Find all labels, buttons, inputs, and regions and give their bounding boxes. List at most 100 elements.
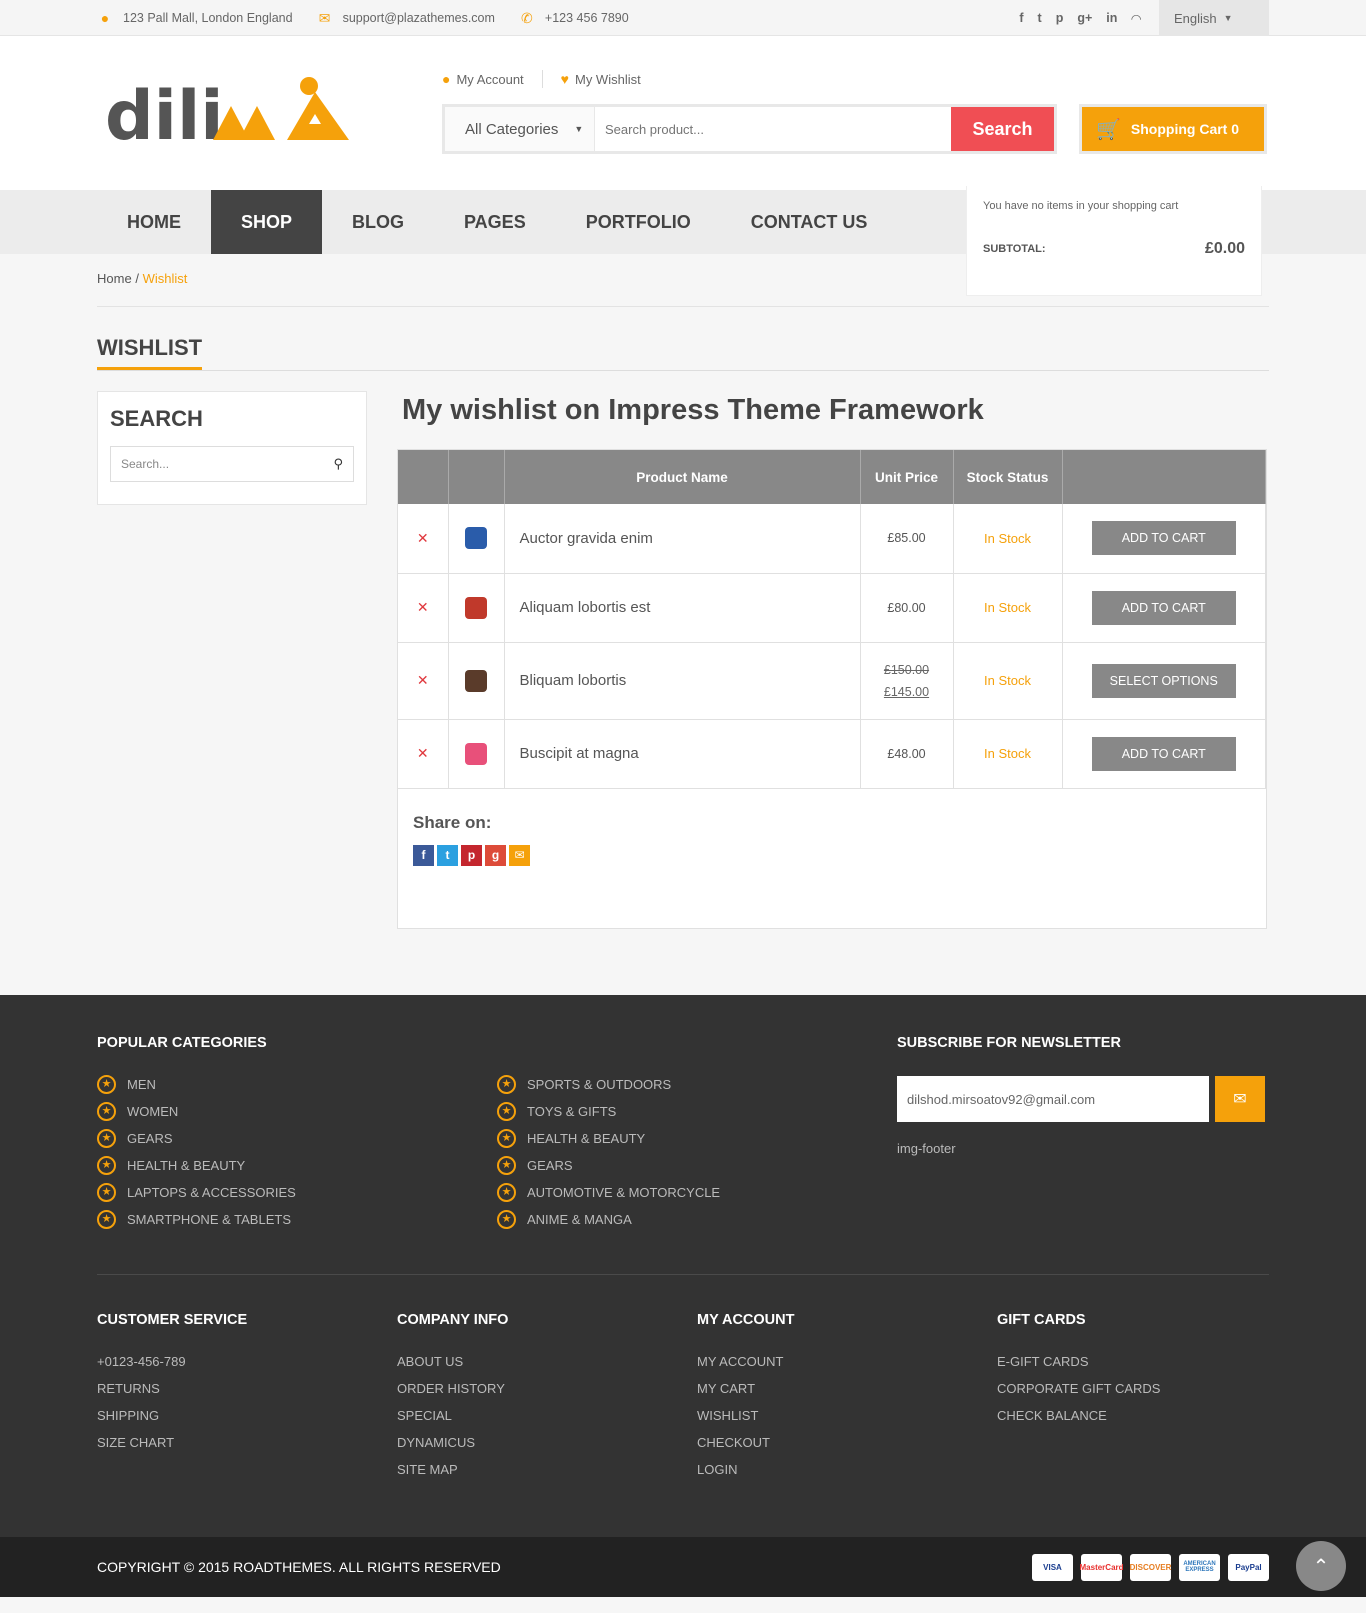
nav-shop[interactable]: SHOP <box>211 190 323 254</box>
cart-empty-message: You have no items in your shopping cart <box>983 200 1179 212</box>
product-search-input[interactable] <box>595 107 951 151</box>
list-item[interactable]: SPECIAL <box>397 1402 505 1429</box>
list-item[interactable]: MY CART <box>697 1375 783 1402</box>
list-item[interactable]: RETURNS <box>97 1375 186 1402</box>
nav-contact[interactable]: CONTACT US <box>721 190 898 254</box>
product-thumbnail[interactable] <box>465 669 487 692</box>
list-item[interactable]: CORPORATE GIFT CARDS <box>997 1375 1160 1402</box>
my-account-link[interactable]: My Account <box>456 72 523 87</box>
remove-icon[interactable]: ✕ <box>417 745 429 761</box>
list-item[interactable]: LOGIN <box>697 1456 783 1483</box>
star-icon: ★ <box>497 1075 516 1094</box>
wishlist-title: My wishlist on Impress Theme Framework <box>402 394 984 426</box>
gift-cards-list: E-GIFT CARDS CORPORATE GIFT CARDS CHECK … <box>997 1348 1160 1429</box>
search-icon[interactable]: ⚲ <box>333 456 343 472</box>
rss-icon[interactable]: ◠ <box>1131 11 1141 26</box>
popular-categories-col2: ★ SPORTS & OUTDOORS ★ TOYS & GIFTS ★ HEALTH… <box>497 1071 720 1233</box>
list-item[interactable]: ★ WOMEN <box>97 1098 296 1125</box>
top-bar: ● 123 Pall Mall, London England ✉ support@… <box>0 0 1366 36</box>
header-stock-status: Stock Status <box>953 450 1063 504</box>
header-remove <box>398 450 449 504</box>
page-title: WISHLIST <box>97 335 203 370</box>
remove-icon[interactable]: ✕ <box>417 599 429 615</box>
list-item[interactable]: ★ LAPTOPS & ACCESSORIES <box>97 1179 296 1206</box>
newsletter-email-field[interactable]: dilshod.mirsoatov92@gmail.com <box>897 1076 1209 1122</box>
list-item[interactable]: SITE MAP <box>397 1456 505 1483</box>
share-section: Share on: f t p g ✉ <box>398 789 1266 890</box>
product-name[interactable]: Aliquam lobortis est <box>504 573 861 643</box>
stock-status: In Stock <box>953 642 1063 720</box>
add-to-cart-button[interactable]: ADD TO CART <box>1091 736 1236 771</box>
product-name[interactable]: Auctor gravida enim <box>504 504 861 574</box>
list-item[interactable]: ★ AUTOMOTIVE & MOTORCYCLE <box>497 1179 720 1206</box>
nav-portfolio[interactable]: PORTFOLIO <box>556 190 721 254</box>
remove-icon[interactable]: ✕ <box>417 672 429 688</box>
share-email-icon[interactable]: ✉ <box>509 844 530 866</box>
email[interactable]: ✉ support@plazathemes.com <box>317 10 495 27</box>
list-item[interactable]: ★ SMARTPHONE & TABLETS <box>97 1206 296 1233</box>
nav-blog[interactable]: BLOG <box>322 190 434 254</box>
product-thumbnail[interactable] <box>465 742 487 765</box>
twitter-icon[interactable]: t <box>1038 11 1042 26</box>
wishlist-box: Product Name Unit Price Stock Status ✕ A… <box>397 449 1267 929</box>
list-item[interactable]: ABOUT US <box>397 1348 505 1375</box>
list-item[interactable]: SIZE CHART <box>97 1429 186 1456</box>
list-item[interactable]: DYNAMICUS <box>397 1429 505 1456</box>
star-icon: ★ <box>497 1183 516 1202</box>
product-thumbnail[interactable] <box>465 527 487 550</box>
facebook-icon[interactable]: f <box>1019 11 1023 26</box>
google-plus-icon[interactable]: g+ <box>1077 11 1092 26</box>
my-wishlist-link[interactable]: My Wishlist <box>575 72 641 87</box>
nav-pages[interactable]: PAGES <box>434 190 556 254</box>
share-google-plus-icon[interactable]: g <box>485 844 506 866</box>
product-name[interactable]: Bliquam lobortis <box>504 642 861 720</box>
list-item[interactable]: SHIPPING <box>97 1402 186 1429</box>
separator <box>541 70 543 88</box>
breadcrumb-home[interactable]: Home <box>97 271 132 286</box>
sidebar-search-input[interactable]: Search... ⚲ <box>110 446 354 482</box>
product-thumbnail[interactable] <box>465 596 487 619</box>
share-twitter-icon[interactable]: t <box>437 844 458 866</box>
list-item[interactable]: ★ HEALTH & BEAUTY <box>497 1125 720 1152</box>
list-item[interactable]: ★ SPORTS & OUTDOORS <box>497 1071 720 1098</box>
newsletter-title: SUBSCRIBE FOR NEWSLETTER <box>897 1035 1121 1051</box>
list-item[interactable]: ★ GEARS <box>497 1152 720 1179</box>
remove-icon[interactable]: ✕ <box>417 530 429 546</box>
header-product-name: Product Name <box>504 450 861 504</box>
list-item[interactable]: ★ HEALTH & BEAUTY <box>97 1152 296 1179</box>
list-item[interactable]: CHECKOUT <box>697 1429 783 1456</box>
newsletter-submit-button[interactable]: ✉ <box>1215 1076 1265 1122</box>
list-item[interactable]: ★ ANIME & MANGA <box>497 1206 720 1233</box>
shopping-cart-button[interactable]: 🛒 Shopping Cart 0 <box>1079 104 1267 154</box>
category-select[interactable]: All Categories ▼ <box>445 107 595 151</box>
table-header-row: Product Name Unit Price Stock Status <box>398 450 1266 504</box>
scroll-to-top-button[interactable]: ⌃ <box>1296 1541 1346 1591</box>
star-icon: ★ <box>97 1102 116 1121</box>
phone: ✆ +123 456 7890 <box>519 10 629 27</box>
list-item[interactable]: E-GIFT CARDS <box>997 1348 1160 1375</box>
nav-home[interactable]: HOME <box>97 190 211 254</box>
list-item[interactable]: CHECK BALANCE <box>997 1402 1160 1429</box>
footer: POPULAR CATEGORIES ★ MEN ★ WOMEN ★ GEARS ★ H… <box>0 995 1366 1537</box>
pinterest-icon[interactable]: p <box>1056 11 1064 26</box>
list-item[interactable]: MY ACCOUNT <box>697 1348 783 1375</box>
product-name[interactable]: Buscipit at magna <box>504 719 861 789</box>
share-facebook-icon[interactable]: f <box>413 844 434 866</box>
list-item[interactable]: ★ GEARS <box>97 1125 296 1152</box>
search-button[interactable]: Search <box>951 107 1054 151</box>
share-pinterest-icon[interactable]: p <box>461 844 482 866</box>
stock-status: In Stock <box>953 719 1063 789</box>
bottom-bar: COPYRIGHT © 2015 ROADTHEMES. ALL RIGHTS … <box>0 1537 1366 1597</box>
select-options-button[interactable]: SELECT OPTIONS <box>1091 663 1236 698</box>
add-to-cart-button[interactable]: ADD TO CART <box>1091 521 1236 556</box>
sidebar-title: SEARCH <box>110 406 203 431</box>
add-to-cart-button[interactable]: ADD TO CART <box>1091 590 1236 625</box>
list-item[interactable]: ORDER HISTORY <box>397 1375 505 1402</box>
linkedin-icon[interactable]: in <box>1106 11 1117 26</box>
list-item[interactable]: ★ TOYS & GIFTS <box>497 1098 720 1125</box>
list-item[interactable]: WISHLIST <box>697 1402 783 1429</box>
list-item[interactable]: ★ MEN <box>97 1071 296 1098</box>
list-item[interactable]: +0123-456-789 <box>97 1348 186 1375</box>
language-select[interactable]: English ▼ <box>1159 0 1269 36</box>
logo[interactable]: dili <box>105 76 365 151</box>
